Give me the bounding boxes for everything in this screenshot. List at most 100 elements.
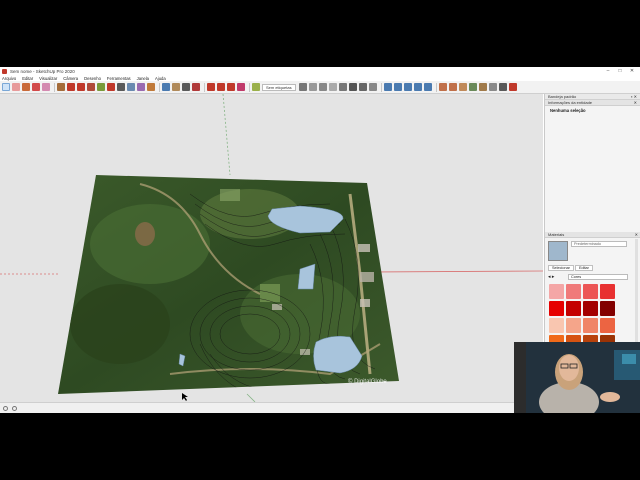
arc-icon[interactable] [32,83,40,91]
color-swatch[interactable] [566,301,581,316]
entity-info-title: Informações da entidade [548,100,593,105]
materials-tabs: Selecionar Editar [548,265,594,271]
tab-editar[interactable]: Editar [574,265,593,271]
presenter-webcam-overlay [514,342,640,413]
materials-header[interactable]: Materiais ✕ [545,232,640,238]
tab-selecionar[interactable]: Selecionar [548,265,574,271]
main-toolbar: Sem etiquetas [0,81,640,94]
geolocation-icon[interactable] [252,83,260,91]
color-swatch[interactable] [549,284,564,299]
extension-icon[interactable] [508,83,517,91]
green-axis-line [246,393,256,402]
color-swatch[interactable] [583,284,598,299]
scale-icon[interactable] [97,83,105,91]
material-name-field[interactable]: Predeterminado [571,241,627,247]
geolocation-status-icon[interactable] [3,405,8,411]
menu-ajuda[interactable]: Ajuda [155,76,166,81]
extension-warehouse-icon[interactable] [217,83,225,91]
entity-info-text: Nenhuma seleção [550,108,586,113]
sandbox-from-contours-icon[interactable] [438,83,447,91]
x-ray-icon[interactable] [298,83,307,91]
sandbox-from-scratch-icon[interactable] [448,83,457,91]
follow-me-icon[interactable] [87,83,95,91]
extension-manager-icon[interactable] [237,83,245,91]
cursor-icon [182,393,188,401]
menu-ferramentas[interactable]: Ferramentas [107,76,131,81]
modeling-viewport[interactable]: © DigitalGlobe [0,94,543,402]
menu-arquivo[interactable]: Arquivo [2,76,16,81]
iso-view-icon[interactable] [368,83,377,91]
3d-warehouse-icon[interactable] [207,83,215,91]
maximize-button[interactable]: □ [614,68,626,74]
back-edges-icon[interactable] [308,83,317,91]
select-icon[interactable] [2,83,10,91]
pencil-icon[interactable] [22,83,30,91]
color-swatch[interactable] [600,318,615,333]
back-arrow-icon[interactable]: ◂ ▸ [548,274,554,280]
tray-pin-icon[interactable]: ▪ ✕ [631,94,637,99]
color-swatch[interactable] [549,318,564,333]
zoom-icon[interactable] [182,83,190,91]
menu-visualizar[interactable]: Visualizar [39,76,57,81]
rectangle-icon[interactable] [42,83,50,91]
close-button[interactable]: ✕ [626,68,638,74]
add-detail-icon[interactable] [488,83,497,91]
materials-category-select[interactable]: Cores [568,274,628,280]
color-swatch[interactable] [549,301,564,316]
scene-canvas[interactable]: © DigitalGlobe [0,94,543,402]
color-swatch[interactable] [583,301,598,316]
menu-janela[interactable]: Janela [137,76,149,81]
color-swatch[interactable] [566,318,581,333]
window-title: Sem nome - SketchUp Pro 2020 [10,68,75,74]
toolbar-separator [54,82,55,92]
color-swatch[interactable] [583,318,598,333]
left-view-icon[interactable] [423,83,432,91]
shaded-icon[interactable] [338,83,347,91]
top-view-icon[interactable] [383,83,392,91]
menu-desenho[interactable]: Desenho [84,76,101,81]
text-icon[interactable] [127,83,135,91]
toolbar-separator [435,82,437,92]
paint-bucket-icon[interactable] [147,83,155,91]
collapse-icon[interactable]: ✕ [634,100,637,105]
imagery-watermark: © DigitalGlobe [348,378,387,385]
tag-dropdown[interactable]: Sem etiquetas [262,83,296,91]
pan-icon[interactable] [172,83,180,91]
move-icon[interactable] [67,83,75,91]
sketchup-logo-icon [2,68,7,74]
back-view-icon[interactable] [413,83,422,91]
zoom-extents-icon[interactable] [192,83,200,91]
shaded-textures-icon[interactable] [348,83,357,91]
toolbar-separator [159,82,160,92]
credits-icon[interactable] [12,405,17,411]
orbit-icon[interactable] [162,83,170,91]
drape-icon[interactable] [478,83,487,91]
green-axis-line [222,94,231,176]
webcam-image [514,342,640,413]
materials-title: Materiais [548,232,565,237]
tape-measure-icon[interactable] [117,83,125,91]
tray-title: Bandeja padrão [548,94,577,99]
layout-icon[interactable] [227,83,235,91]
minimize-button[interactable]: – [602,68,614,74]
offset-icon[interactable] [107,83,115,91]
menu-camera[interactable]: Câmera [63,76,78,81]
hidden-line-icon[interactable] [328,83,337,91]
smoove-icon[interactable] [458,83,467,91]
front-view-icon[interactable] [393,83,402,91]
stamp-icon[interactable] [468,83,477,91]
menu-editar[interactable]: Editar [22,76,33,81]
eraser-icon[interactable] [12,83,20,91]
home-view-icon[interactable] [358,83,367,91]
rotate-icon[interactable] [77,83,85,91]
axes-icon[interactable] [137,83,145,91]
collapse-icon[interactable]: ✕ [635,232,638,237]
toolbar-separator [204,82,205,92]
color-swatch[interactable] [600,301,615,316]
wireframe-icon[interactable] [318,83,327,91]
right-view-icon[interactable] [403,83,412,91]
color-swatch[interactable] [600,284,615,299]
push-pull-icon[interactable] [57,83,65,91]
flip-edge-icon[interactable] [498,83,507,91]
color-swatch[interactable] [566,284,581,299]
